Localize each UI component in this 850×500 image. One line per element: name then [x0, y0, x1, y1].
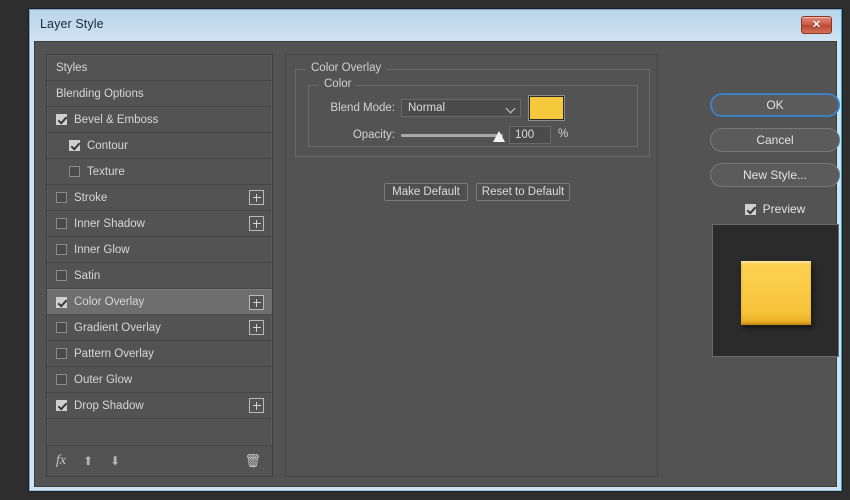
style-checkbox[interactable] — [56, 296, 67, 308]
style-checkbox[interactable] — [56, 244, 67, 255]
reset-to-default-button[interactable]: Reset to Default — [476, 183, 570, 201]
color-overlay-group-title: Color Overlay — [306, 62, 387, 74]
close-icon: ✕ — [811, 18, 822, 31]
preview-checkbox[interactable] — [744, 203, 756, 215]
color-overlay-group: Color Overlay Color Blend Mode: Normal O… — [295, 62, 650, 201]
new-style-button[interactable]: New Style... — [710, 163, 840, 187]
style-row-outer-glow[interactable]: Outer Glow — [47, 367, 272, 393]
preview-shape — [741, 261, 811, 325]
styles-toolbar: fx ⬆ ⬇ 🗑 — [47, 445, 272, 476]
style-checkbox[interactable] — [69, 140, 80, 151]
styles-list[interactable]: Styles Blending Options Bevel & Emboss Cont… — [47, 55, 272, 445]
blend-mode-label: Blend Mode: — [330, 102, 395, 114]
style-row-label: Blending Options — [56, 87, 144, 100]
move-down-icon[interactable]: ⬇ — [110, 455, 120, 467]
style-row-label: Texture — [87, 165, 125, 178]
opacity-slider[interactable] — [401, 130, 505, 142]
style-checkbox[interactable] — [56, 322, 67, 333]
style-row-label: Gradient Overlay — [74, 321, 161, 334]
style-row-pattern-overlay[interactable]: Pattern Overlay — [47, 341, 272, 367]
style-row-label: Stroke — [74, 191, 108, 204]
right-action-column: OK Cancel New Style... Preview — [670, 54, 840, 477]
add-effect-plus-icon[interactable] — [249, 295, 264, 310]
blend-mode-value: Normal — [408, 102, 446, 114]
style-row-satin[interactable]: Satin — [47, 263, 272, 289]
preview-label: Preview — [762, 202, 806, 216]
make-default-button[interactable]: Make Default — [384, 183, 468, 201]
color-group-title: Color — [319, 78, 357, 90]
style-row-label: Satin — [74, 269, 101, 282]
desktop-backdrop: Layer Style ✕ Styles Blending Options Beve… — [0, 0, 850, 500]
style-row-label: Contour — [87, 139, 128, 152]
style-checkbox[interactable] — [56, 348, 67, 359]
style-row-drop-shadow[interactable]: Drop Shadow — [47, 393, 272, 419]
style-checkbox[interactable] — [56, 218, 67, 229]
ok-button[interactable]: OK — [710, 93, 840, 117]
style-checkbox[interactable] — [69, 166, 80, 177]
title-bar[interactable]: Layer Style ✕ — [30, 10, 841, 40]
fx-icon[interactable]: fx — [56, 454, 66, 468]
blend-mode-select[interactable]: Normal — [401, 99, 521, 117]
opacity-slider-thumb[interactable] — [493, 131, 505, 142]
preview-thumbnail — [712, 224, 839, 357]
trash-icon[interactable]: 🗑 — [244, 453, 261, 469]
style-row-bevel-emboss[interactable]: Bevel & Emboss — [47, 107, 272, 133]
style-row-inner-shadow[interactable]: Inner Shadow — [47, 211, 272, 237]
styles-panel: Styles Blending Options Bevel & Emboss Cont… — [46, 54, 273, 477]
opacity-slider-track — [401, 134, 503, 137]
style-row-label: Inner Glow — [74, 243, 130, 256]
dialog-body: Styles Blending Options Bevel & Emboss Cont… — [34, 41, 840, 487]
style-row-label: Outer Glow — [74, 373, 133, 386]
style-row-label: Drop Shadow — [74, 399, 144, 412]
add-effect-plus-icon[interactable] — [249, 216, 264, 231]
move-up-icon[interactable]: ⬆ — [83, 455, 93, 467]
style-checkbox[interactable] — [56, 374, 67, 385]
cancel-button[interactable]: Cancel — [710, 128, 840, 152]
style-row-label: Pattern Overlay — [74, 347, 154, 360]
style-checkbox[interactable] — [56, 192, 67, 203]
style-row-texture[interactable]: Texture — [47, 159, 272, 185]
style-checkbox[interactable] — [56, 114, 67, 125]
window-title: Layer Style — [40, 17, 104, 31]
style-checkbox[interactable] — [56, 400, 67, 411]
window-inner: Layer Style ✕ Styles Blending Options Beve… — [30, 10, 841, 490]
opacity-label: Opacity: — [352, 129, 395, 141]
style-row-label: Styles — [56, 61, 88, 74]
add-effect-plus-icon[interactable] — [249, 190, 264, 205]
style-row-color-overlay[interactable]: Color Overlay — [47, 289, 272, 315]
style-row-gradient-overlay[interactable]: Gradient Overlay — [47, 315, 272, 341]
chevron-down-icon — [505, 103, 516, 114]
color-overlay-content-panel: Color Overlay Color Blend Mode: Normal O… — [285, 54, 658, 477]
color-swatch-button[interactable] — [529, 96, 564, 120]
opacity-unit-label: % — [558, 128, 569, 140]
style-row-label: Inner Shadow — [74, 217, 145, 230]
style-row-blending-options[interactable]: Blending Options — [47, 81, 272, 107]
opacity-input[interactable]: 100 — [509, 126, 551, 144]
style-row-label: Bevel & Emboss — [74, 113, 159, 126]
close-button[interactable]: ✕ — [801, 16, 832, 34]
style-row-stroke[interactable]: Stroke — [47, 185, 272, 211]
style-row-label: Color Overlay — [74, 296, 145, 308]
color-group: Color Blend Mode: Normal Opacity: 100 % — [308, 78, 638, 147]
layer-style-window: Layer Style ✕ Styles Blending Options Beve… — [29, 9, 842, 491]
preview-checkbox-row[interactable]: Preview — [710, 200, 840, 218]
add-effect-plus-icon[interactable] — [249, 398, 264, 413]
style-row-inner-glow[interactable]: Inner Glow — [47, 237, 272, 263]
add-effect-plus-icon[interactable] — [249, 320, 264, 335]
style-row-contour[interactable]: Contour — [47, 133, 272, 159]
style-row-styles[interactable]: Styles — [47, 55, 272, 81]
style-checkbox[interactable] — [56, 270, 67, 281]
